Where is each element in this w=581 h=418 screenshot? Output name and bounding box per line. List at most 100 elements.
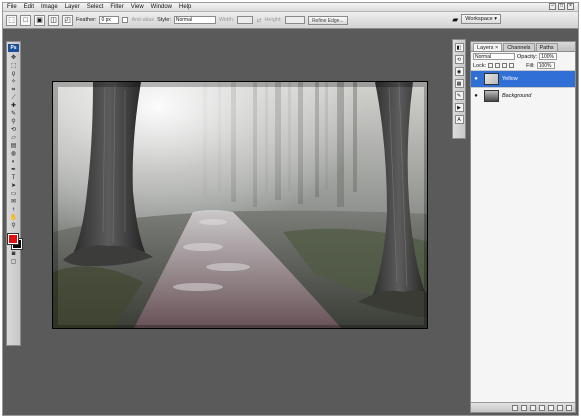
blend-mode-select[interactable]: Normal xyxy=(473,53,515,60)
navigator-icon[interactable]: ◧ xyxy=(454,43,464,52)
visibility-eye-icon[interactable]: ● xyxy=(471,93,481,99)
add-selection-icon[interactable]: ▣ xyxy=(34,14,45,26)
delete-layer-icon[interactable] xyxy=(566,404,572,411)
styles-icon[interactable]: A xyxy=(454,115,464,124)
photoshop-logo[interactable]: Ps xyxy=(8,44,19,52)
window-controls: – □ × xyxy=(549,3,574,10)
new-layer-icon[interactable] xyxy=(557,404,563,411)
history-icon[interactable]: ⟲ xyxy=(454,55,464,64)
foreground-color-swatch[interactable] xyxy=(6,233,19,245)
blur-tool-icon[interactable]: ◍ xyxy=(8,150,19,157)
lock-pixels-icon[interactable] xyxy=(495,63,501,68)
menu-edit[interactable]: Edit xyxy=(24,4,34,10)
menu-filter[interactable]: Filter xyxy=(110,4,123,10)
lasso-tool-icon[interactable]: ϙ xyxy=(8,70,19,77)
new-selection-icon[interactable]: □ xyxy=(20,14,31,26)
pen-tool-icon[interactable]: ✒ xyxy=(8,166,19,173)
intersect-selection-icon[interactable]: ◰ xyxy=(62,14,73,26)
layer-mask-icon[interactable] xyxy=(530,404,536,411)
notes-tool-icon[interactable]: ✉ xyxy=(8,198,19,205)
antialias-checkbox[interactable] xyxy=(122,17,129,23)
menu-help[interactable]: Help xyxy=(179,4,191,10)
lock-all-icon[interactable] xyxy=(509,63,515,68)
feather-input[interactable]: 0 px xyxy=(99,16,120,24)
forest-path-image xyxy=(53,82,427,328)
height-label: Height: xyxy=(264,17,282,23)
eyedropper-tool-icon[interactable]: ⟊ xyxy=(8,206,19,213)
menu-bar: File Edit Image Layer Select Filter View… xyxy=(3,3,578,12)
tab-layers[interactable]: Layers × xyxy=(473,43,503,51)
fill-input[interactable]: 100% xyxy=(536,62,555,69)
style-label: Style: xyxy=(157,17,171,23)
layer-row[interactable]: ● Background xyxy=(471,87,575,104)
color-swatches xyxy=(6,233,23,250)
menu-view[interactable]: View xyxy=(131,4,144,10)
layer-row[interactable]: ● Yellow xyxy=(471,70,575,87)
path-selection-icon[interactable]: ➤ xyxy=(8,182,19,189)
antialias-label: Anti-alias xyxy=(131,17,155,23)
close-button[interactable]: × xyxy=(567,3,574,10)
healing-brush-icon[interactable]: ✚ xyxy=(8,102,19,109)
swap-icon[interactable]: ⇄ xyxy=(256,17,261,24)
menu-image[interactable]: Image xyxy=(41,4,58,10)
lock-transparency-icon[interactable] xyxy=(488,63,494,68)
workspace-button[interactable]: Workspace ▾ xyxy=(461,14,501,24)
brushes-icon[interactable]: ✎ xyxy=(454,91,464,100)
gradient-tool-icon[interactable]: ▤ xyxy=(8,142,19,149)
tool-preset-icon[interactable]: ⬚ xyxy=(6,14,17,26)
layers-panel: Layers × Channels Paths Normal Opacity: … xyxy=(470,41,576,413)
photoshop-window: File Edit Image Layer Select Filter View… xyxy=(2,2,579,416)
style-select[interactable]: Normal xyxy=(173,16,216,24)
brush-tool-icon[interactable]: ✎ xyxy=(8,110,19,117)
magic-wand-tool-icon[interactable]: ✧ xyxy=(8,78,19,85)
eraser-tool-icon[interactable]: ▱ xyxy=(8,134,19,141)
type-tool-icon[interactable]: T xyxy=(8,174,19,181)
menu-window[interactable]: Window xyxy=(151,4,172,10)
screen-mode-icon[interactable]: ▢ xyxy=(8,258,19,265)
new-group-icon[interactable] xyxy=(548,404,554,411)
height-input[interactable] xyxy=(284,16,305,24)
lock-position-icon[interactable] xyxy=(502,63,508,68)
crop-tool-icon[interactable]: ⌗ xyxy=(8,86,19,93)
layer-style-icon[interactable] xyxy=(521,404,527,411)
toolbox: Ps ✥ ⬚ ϙ ✧ ⌗ ⟋ ✚ ✎ ⚲ ⟲ ▱ ▤ ◍ ◐ ✒ T ➤ ▭ ✉… xyxy=(6,41,23,346)
tab-paths[interactable]: Paths xyxy=(535,43,558,51)
layer-name: Yellow xyxy=(502,76,518,82)
link-layers-icon[interactable] xyxy=(512,404,518,411)
opacity-label: Opacity: xyxy=(517,53,538,60)
tab-channels[interactable]: Channels xyxy=(503,43,535,51)
shape-tool-icon[interactable]: ▭ xyxy=(8,190,19,197)
adjustment-layer-icon[interactable] xyxy=(539,404,545,411)
quick-mask-icon[interactable]: ◙ xyxy=(8,250,19,257)
hand-tool-icon[interactable]: ✋ xyxy=(8,214,19,221)
slice-tool-icon[interactable]: ⟋ xyxy=(8,94,19,101)
marquee-tool-icon[interactable]: ⬚ xyxy=(8,62,19,69)
move-tool-icon[interactable]: ✥ xyxy=(8,54,19,61)
minimize-button[interactable]: – xyxy=(549,3,556,10)
menu-file[interactable]: File xyxy=(7,4,17,10)
opacity-input[interactable]: 100% xyxy=(539,53,558,60)
lock-label: Lock: xyxy=(473,62,487,69)
panel-tabs: Layers × Channels Paths xyxy=(471,42,575,52)
swatches-icon[interactable]: ▦ xyxy=(454,79,464,88)
menu-layer[interactable]: Layer xyxy=(65,4,80,10)
workspace-area: ▰ Workspace ▾ xyxy=(452,14,501,24)
dodge-tool-icon[interactable]: ◐ xyxy=(8,158,19,165)
document-canvas[interactable] xyxy=(52,81,428,329)
subtract-selection-icon[interactable]: ◫ xyxy=(48,14,59,26)
visibility-eye-icon[interactable]: ● xyxy=(471,76,481,82)
history-brush-icon[interactable]: ⟲ xyxy=(8,126,19,133)
width-label: Width: xyxy=(218,17,235,23)
bridge-icon[interactable]: ▰ xyxy=(452,15,458,24)
layer-thumbnail xyxy=(484,90,499,102)
layer-thumbnail xyxy=(484,73,499,85)
actions-icon[interactable]: ▶ xyxy=(454,103,464,112)
clone-stamp-icon[interactable]: ⚲ xyxy=(8,118,19,125)
zoom-tool-icon[interactable]: ⚲ xyxy=(8,222,19,229)
width-input[interactable] xyxy=(237,16,254,24)
layer-name: Background xyxy=(502,93,532,99)
refine-edge-button[interactable]: Refine Edge... xyxy=(307,15,348,25)
color-icon[interactable]: ◉ xyxy=(454,67,464,76)
menu-select[interactable]: Select xyxy=(87,4,104,10)
maximize-button[interactable]: □ xyxy=(558,3,565,10)
